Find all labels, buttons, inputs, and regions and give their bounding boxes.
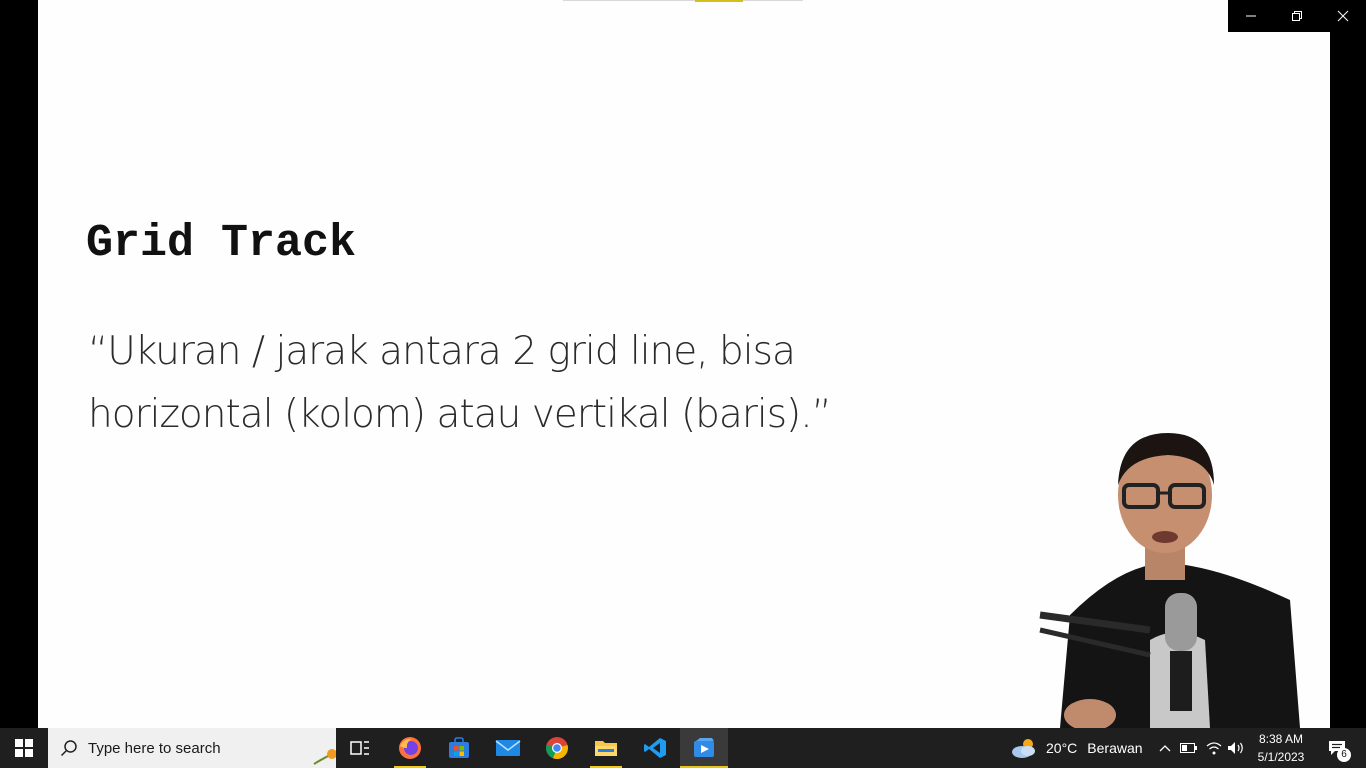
task-view-button[interactable]	[336, 728, 384, 768]
taskbar-clock[interactable]: 8:38 AM 5/1/2023	[1250, 730, 1312, 766]
network-button[interactable]	[1203, 728, 1225, 768]
chevron-up-icon	[1159, 745, 1171, 752]
taskbar: Type here to search 20°C Berawan 8:38 AM…	[0, 728, 1366, 768]
clock-date: 5/1/2023	[1257, 750, 1305, 764]
media-player-icon	[694, 738, 714, 757]
folder-icon	[595, 741, 617, 756]
action-center-button[interactable]: 6	[1320, 728, 1354, 768]
slide-title: Grid Track	[86, 218, 357, 269]
restore-button[interactable]	[1274, 0, 1320, 32]
close-button[interactable]	[1320, 0, 1366, 32]
mail-icon	[495, 740, 521, 756]
weather-temperature: 20°C	[1046, 740, 1078, 756]
speaker-icon	[1228, 742, 1243, 754]
window-controls	[1228, 0, 1366, 32]
taskbar-vscode[interactable]	[631, 728, 679, 768]
start-button[interactable]	[0, 728, 48, 768]
vscode-icon	[644, 738, 666, 758]
volume-button[interactable]	[1225, 728, 1247, 768]
taskbar-mail[interactable]	[484, 728, 532, 768]
taskbar-microsoft-store[interactable]	[435, 728, 483, 768]
minimize-button[interactable]	[1228, 0, 1274, 32]
search-icon	[60, 740, 77, 757]
slide-progress-fill	[695, 0, 743, 2]
taskbar-firefox[interactable]	[386, 728, 434, 768]
slide-quote-line-2: horizontal (kolom) atau vertikal (baris)…	[88, 392, 832, 437]
weather-widget[interactable]: 20°C Berawan	[1010, 728, 1143, 768]
taskbar-chrome[interactable]	[533, 728, 581, 768]
windows-logo-icon	[15, 739, 33, 757]
search-placeholder: Type here to search	[88, 740, 221, 757]
battery-icon	[1180, 743, 1197, 753]
partly-cloudy-icon	[1012, 739, 1035, 758]
taskbar-search-box[interactable]: Type here to search	[48, 728, 336, 768]
search-highlight-flowers-icon	[313, 749, 336, 765]
chrome-icon	[546, 737, 568, 760]
clock-time: 8:38 AM	[1258, 732, 1304, 746]
minimize-icon	[1246, 15, 1256, 17]
taskbar-file-explorer[interactable]	[582, 728, 630, 768]
weather-condition: Berawan	[1087, 740, 1143, 756]
close-icon	[1337, 10, 1349, 22]
slide-progress-track	[563, 0, 803, 2]
video-frame: Grid Track “Ukuran / jarak antara 2 grid…	[38, 0, 1330, 728]
microsoft-store-icon	[449, 737, 469, 758]
slide-quote: “Ukuran / jarak antara 2 grid line, bisa…	[88, 320, 848, 446]
taskbar-media-player[interactable]	[680, 728, 728, 768]
battery-button[interactable]	[1178, 728, 1200, 768]
presenter-video	[1039, 433, 1300, 728]
restore-icon	[1292, 11, 1302, 21]
show-hidden-icons-button[interactable]	[1154, 728, 1176, 768]
slide-quote-line-1: “Ukuran / jarak antara 2 grid line, bisa	[88, 329, 796, 374]
wifi-icon	[1206, 742, 1222, 755]
task-view-icon	[350, 741, 369, 755]
firefox-icon	[399, 737, 421, 759]
notification-count-badge: 6	[1337, 748, 1351, 762]
